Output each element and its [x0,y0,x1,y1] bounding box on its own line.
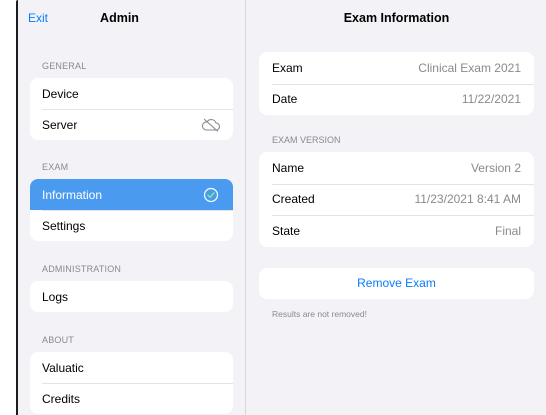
group-administration: Logs [30,281,233,312]
sidebar-item-logs[interactable]: Logs [30,281,233,312]
sidebar-item-settings[interactable]: Settings [30,210,233,241]
sidebar-item-label: Credits [42,391,81,406]
sidebar-item-valuatic[interactable]: Valuatic [30,352,233,383]
sidebar-item-information[interactable]: Information [30,179,233,210]
sidebar-item-server[interactable]: Server [30,109,233,140]
date-key: Date [272,92,298,107]
cloud-off-icon [201,115,221,135]
detail-header: Exam Information [247,0,546,36]
section-label-general: GENERAL [42,61,87,71]
sidebar-title: Admin [100,11,139,25]
remove-exam-button[interactable]: Remove Exam [259,267,534,299]
sidebar: Exit Admin GENERAL Device Server EXAM In… [18,0,246,415]
sidebar-item-label: Settings [42,218,86,233]
group-exam: Information Settings [30,179,233,241]
sidebar-item-label: Server [42,117,78,132]
date-value: 11/22/2021 [461,92,521,107]
name-value: Version 2 [470,160,521,175]
page-title: Exam Information [343,11,450,25]
exam-value: Clinical Exam 2021 [418,60,521,75]
name-key: Name [272,160,305,175]
date-row: Date 11/22/2021 [259,83,534,116]
footnote: Results are not removed! [272,308,367,319]
exam-version-group: Name Version 2 Created 11/23/2021 8:41 A… [259,152,534,247]
name-row: Name Version 2 [259,152,534,184]
group-about: Valuatic Credits [30,352,233,414]
sidebar-item-label: Information [42,187,103,202]
section-label-administration: ADMINISTRATION [42,264,122,274]
created-row: Created 11/23/2021 8:41 AM [259,183,534,216]
app-window: Exit Admin GENERAL Device Server EXAM In… [16,0,546,415]
checkmark-circle-icon [201,185,221,205]
group-general: Device Server [30,78,233,140]
created-key: Created [272,192,315,207]
sidebar-item-label: Device [42,86,79,101]
sidebar-item-device[interactable]: Device [30,78,233,109]
created-value: 11/23/2021 8:41 AM [414,192,521,207]
state-row: State Final [259,215,534,247]
section-label-exam: EXAM [42,162,69,172]
exam-row: Exam Clinical Exam 2021 [259,52,534,84]
exam-key: Exam [272,60,303,75]
sidebar-item-label: Logs [42,289,69,304]
section-label-about: ABOUT [42,335,75,345]
sidebar-item-label: Valuatic [42,360,84,375]
exam-info-group: Exam Clinical Exam 2021 Date 11/22/2021 [259,52,534,115]
sidebar-item-credits[interactable]: Credits [30,383,233,414]
section-label-exam-version: EXAM VERSION [272,135,341,145]
detail-pane: Exam Information Exam Clinical Exam 2021… [247,0,546,415]
state-key: State [272,223,301,238]
state-value: Final [494,223,521,238]
sidebar-header: Exit Admin [18,0,245,36]
